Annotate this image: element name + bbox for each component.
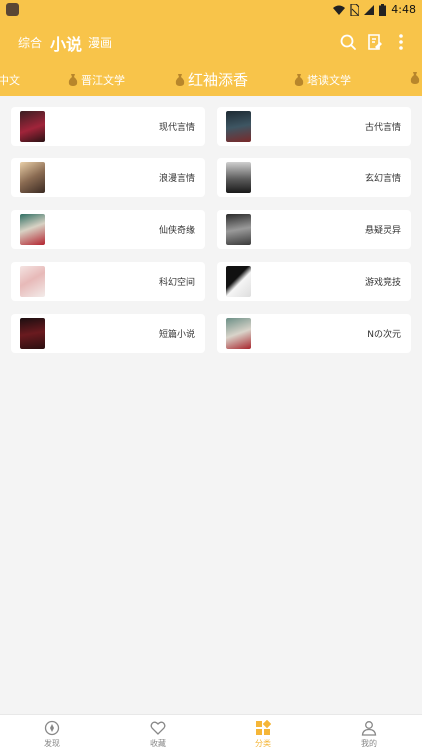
source-tab-more[interactable] xyxy=(410,72,420,84)
source-tab-tadu[interactable]: 塔读文学 xyxy=(294,72,351,88)
category-card[interactable]: 浪漫言情 xyxy=(11,158,205,197)
category-label: 游戏竞技 xyxy=(364,278,401,288)
wifi-icon xyxy=(333,5,346,15)
category-card[interactable]: Nの次元 xyxy=(217,314,411,353)
category-cover-image xyxy=(226,266,251,297)
category-cover-image xyxy=(226,111,251,142)
nav-label: 收藏 xyxy=(150,739,166,748)
search-icon[interactable] xyxy=(339,33,357,51)
category-cover-image xyxy=(20,214,45,245)
nav-label: 发现 xyxy=(44,739,60,748)
heart-icon xyxy=(150,721,166,735)
category-card[interactable]: 游戏竞技 xyxy=(217,262,411,301)
category-cover-image xyxy=(20,266,45,297)
source-tab-chinese[interactable]: 中文 xyxy=(0,72,20,88)
source-tab-bar: 中文 晋江文学 红袖添香 塔读文学 xyxy=(0,66,422,96)
money-bag-icon xyxy=(68,74,78,86)
category-card[interactable]: 现代言情 xyxy=(11,107,205,146)
status-time: 4:48 xyxy=(391,3,416,16)
category-card[interactable]: 科幻空间 xyxy=(11,262,205,301)
source-tab-label: 塔读文学 xyxy=(307,74,351,87)
category-label: 古代言情 xyxy=(364,123,401,133)
more-vertical-icon[interactable] xyxy=(392,33,410,51)
source-tab-jinjiang[interactable]: 晋江文学 xyxy=(68,72,125,88)
category-cover-image xyxy=(226,318,251,349)
app-notification-icon xyxy=(6,3,19,16)
tab-comic[interactable]: 漫画 xyxy=(88,34,112,51)
tab-comprehensive[interactable]: 综合 xyxy=(18,34,42,51)
category-label: 短篇小说 xyxy=(158,330,195,340)
source-tab-label: 晋江文学 xyxy=(81,74,125,87)
nav-label: 我的 xyxy=(361,739,377,748)
category-grid-icon xyxy=(256,720,271,735)
category-card[interactable]: 悬疑灵异 xyxy=(217,210,411,249)
nav-discover[interactable]: 发现 xyxy=(22,720,82,749)
bottom-navigation: 发现 收藏 分类 我的 xyxy=(0,714,422,752)
nav-favorites[interactable]: 收藏 xyxy=(128,720,188,749)
battery-icon xyxy=(379,3,387,16)
category-cover-image xyxy=(226,162,251,193)
user-icon xyxy=(361,721,377,736)
nav-label: 分类 xyxy=(255,739,271,748)
category-card[interactable]: 玄幻言情 xyxy=(217,158,411,197)
money-bag-icon xyxy=(175,73,185,86)
category-card[interactable]: 短篇小说 xyxy=(11,314,205,353)
category-label: Nの次元 xyxy=(367,330,401,340)
tab-novel[interactable]: 小说 xyxy=(50,31,82,55)
money-bag-icon xyxy=(294,74,304,86)
category-cover-image xyxy=(226,214,251,245)
category-label: 浪漫言情 xyxy=(158,174,195,184)
source-tab-label: 红袖添香 xyxy=(188,71,249,89)
nav-profile[interactable]: 我的 xyxy=(339,720,399,749)
status-icons: 4:48 xyxy=(333,3,416,16)
category-label: 悬疑灵异 xyxy=(364,226,401,236)
category-card[interactable]: 古代言情 xyxy=(217,107,411,146)
source-tab-label: 中文 xyxy=(0,74,20,87)
app-bar: 综合 小说 漫画 xyxy=(0,20,422,66)
source-tab-hongxiu[interactable]: 红袖添香 xyxy=(175,69,248,90)
category-cover-image xyxy=(20,318,45,349)
category-label: 科幻空间 xyxy=(158,278,195,288)
money-bag-icon xyxy=(410,72,420,84)
category-cover-image xyxy=(20,162,45,193)
category-cover-image xyxy=(20,111,45,142)
category-label: 仙侠奇缘 xyxy=(158,226,195,236)
edit-document-icon[interactable] xyxy=(366,33,384,51)
category-label: 玄幻言情 xyxy=(364,174,401,184)
category-label: 现代言情 xyxy=(158,123,195,133)
no-sim-icon xyxy=(350,3,360,16)
status-bar: 4:48 xyxy=(0,0,422,20)
nav-category[interactable]: 分类 xyxy=(233,720,293,749)
category-card[interactable]: 仙侠奇缘 xyxy=(11,210,205,249)
signal-icon xyxy=(364,4,375,15)
compass-icon xyxy=(44,720,60,736)
